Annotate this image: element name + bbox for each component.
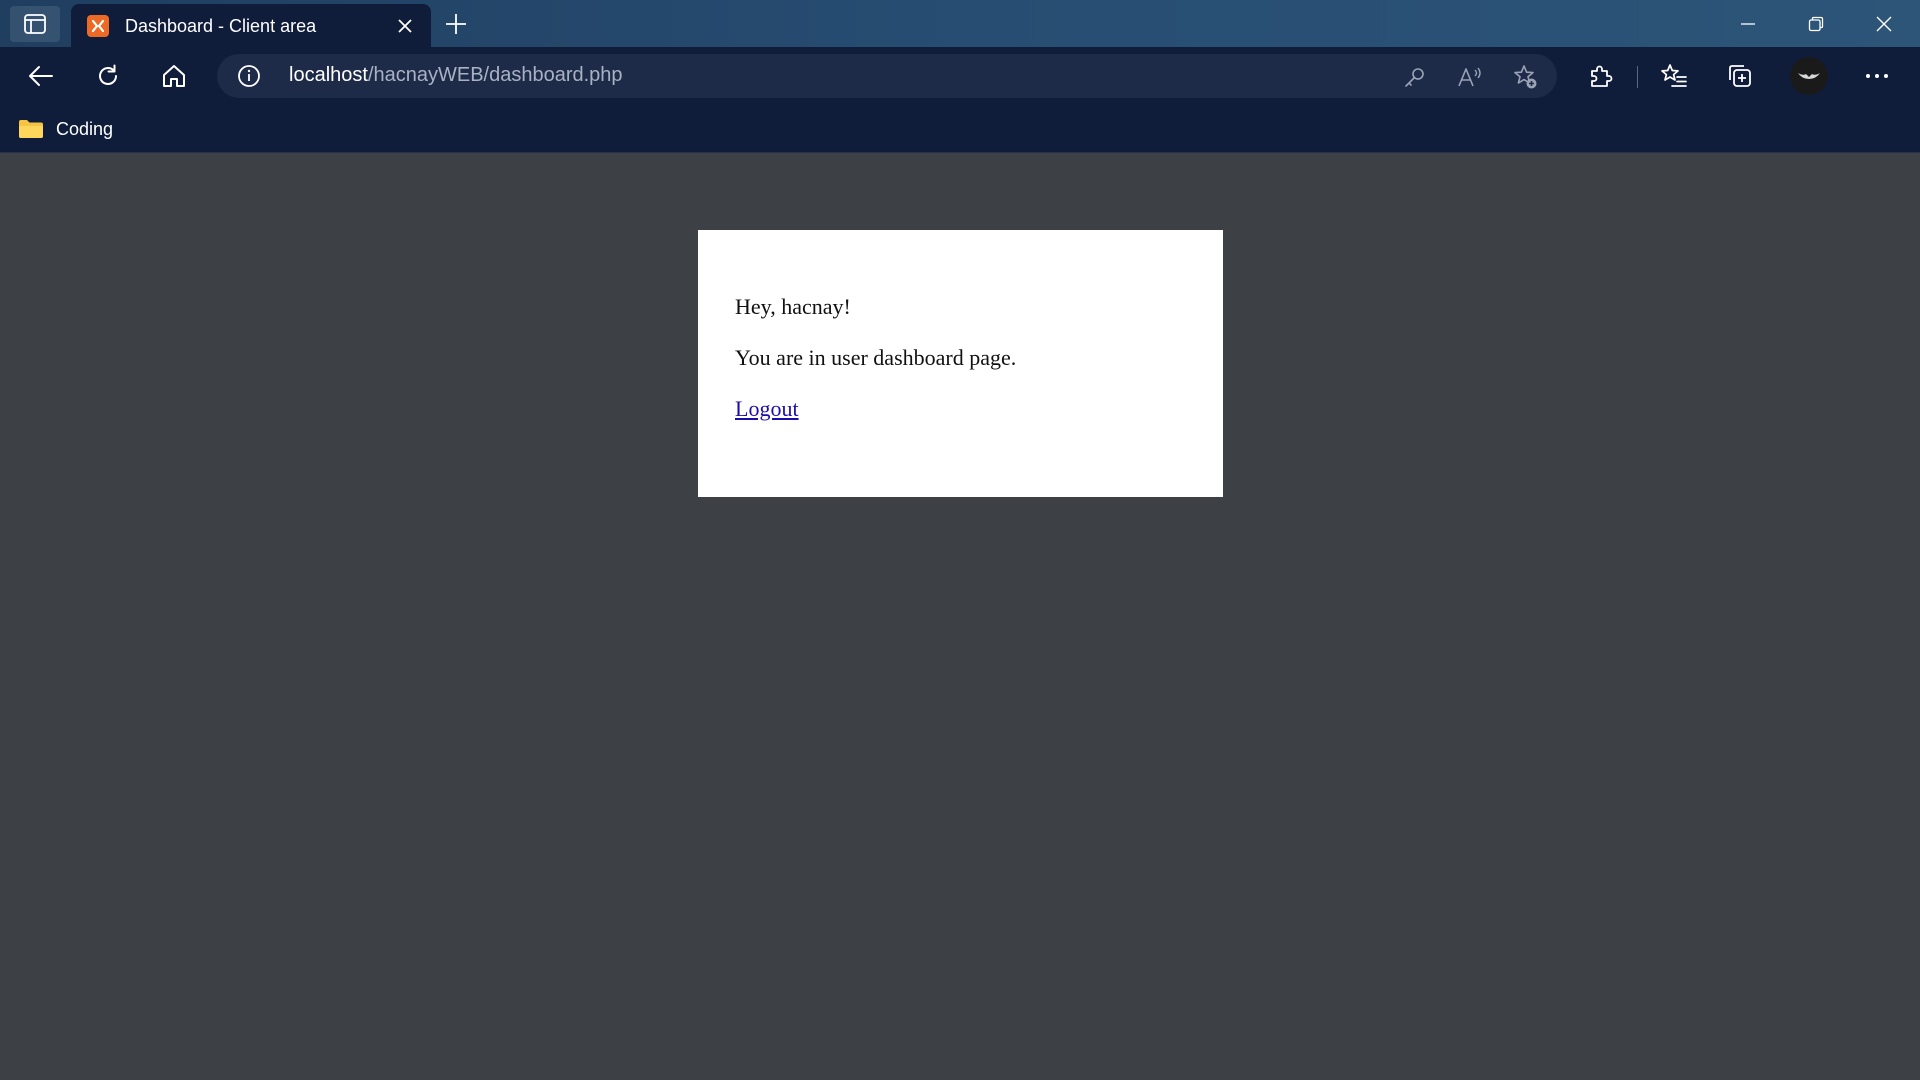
sidebar-toggle-button[interactable] (10, 6, 60, 42)
browser-tab-active[interactable]: Dashboard - Client area (71, 4, 431, 48)
info-icon[interactable] (237, 64, 261, 88)
profile-avatar-button[interactable] (1790, 57, 1828, 95)
restore-button[interactable] (1782, 0, 1850, 47)
home-button[interactable] (154, 56, 194, 96)
home-icon (163, 65, 185, 87)
toolbar-divider (1637, 66, 1638, 88)
address-bar[interactable]: localhost/hacnayWEB/dashboard.php (217, 54, 1557, 98)
more-dots-icon (1866, 74, 1888, 78)
favorites-button[interactable] (1654, 56, 1694, 96)
close-icon (1876, 16, 1892, 31)
favorites-icon (1661, 64, 1687, 87)
sidebar-icon (24, 14, 46, 34)
bookmark-folder-coding[interactable]: Coding (18, 113, 113, 145)
url-text[interactable]: localhost/hacnayWEB/dashboard.php (289, 64, 623, 87)
collections-icon (1729, 65, 1751, 87)
folder-icon (19, 120, 43, 138)
extensions-button[interactable] (1580, 56, 1620, 96)
logout-link[interactable]: Logout (735, 396, 799, 421)
password-key-button[interactable] (1402, 64, 1428, 90)
greeting-text: Hey, hacnay! (735, 294, 851, 319)
add-favorite-button[interactable] (1512, 64, 1538, 90)
url-path: /hacnayWEB/dashboard.php (367, 64, 623, 86)
avatar-icon (1798, 73, 1820, 79)
star-add-icon (1514, 65, 1537, 89)
plus-icon (446, 14, 466, 34)
read-aloud-icon (1458, 67, 1481, 87)
title-bar: Dashboard - Client area (0, 0, 1920, 48)
browser-toolbar: localhost/hacnayWEB/dashboard.php (0, 47, 1920, 105)
tab-title: Dashboard - Client area (125, 15, 317, 36)
key-icon (1405, 68, 1424, 87)
bookmarks-bar: Coding (0, 105, 1920, 153)
url-host: localhost (289, 64, 368, 86)
dashboard-card: Hey, hacnay! You are in user dashboard p… (698, 230, 1223, 497)
close-icon (398, 19, 412, 33)
close-window-button[interactable] (1850, 0, 1918, 47)
refresh-button[interactable] (88, 56, 128, 96)
bookmark-label: Coding (56, 118, 114, 139)
dashboard-message: You are in user dashboard page. (735, 345, 1017, 370)
new-tab-button[interactable] (438, 6, 474, 42)
back-arrow-icon (29, 66, 53, 86)
xampp-icon (87, 15, 109, 37)
collections-button[interactable] (1720, 56, 1760, 96)
minimize-icon (1741, 22, 1755, 25)
minimize-button[interactable] (1714, 0, 1782, 47)
close-tab-button[interactable] (387, 8, 423, 44)
puzzle-icon (1591, 65, 1613, 87)
read-aloud-button[interactable] (1457, 64, 1483, 90)
back-button[interactable] (21, 56, 61, 96)
refresh-icon (99, 64, 117, 85)
restore-icon (1808, 16, 1824, 31)
settings-more-button[interactable] (1857, 56, 1897, 96)
